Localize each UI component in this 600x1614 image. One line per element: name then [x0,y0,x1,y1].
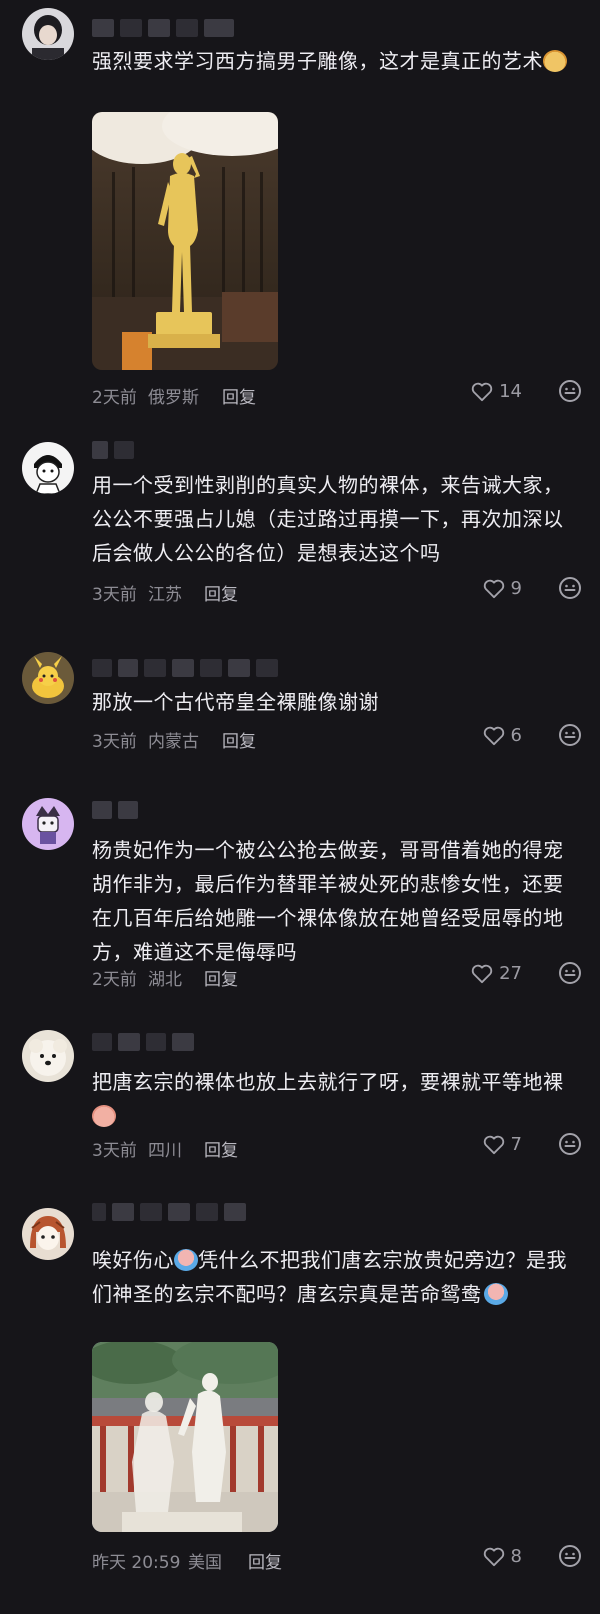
like-button[interactable]: 14 [471,381,522,402]
heart-outline-icon [483,1547,504,1566]
comment-meta: 3天前 内蒙古 回复 6 [92,724,582,752]
reply-button[interactable]: 回复 [222,727,256,752]
crying-emoji-icon [483,1283,508,1305]
comment-meta: 3天前 江苏 回复 9 [92,577,582,605]
user-avatar[interactable] [22,1030,74,1082]
reply-button[interactable]: 回复 [204,580,238,605]
username-redacted[interactable] [92,440,134,460]
user-avatar[interactable] [22,798,74,850]
username-redacted[interactable] [92,658,278,678]
smiley-face-icon[interactable] [558,723,582,752]
smiley-face-icon[interactable] [558,379,582,408]
comment-text: 用一个受到性剥削的真实人物的裸体，来告诫大家，公公不要强占儿媳（走过路过再摸一下… [92,473,564,565]
timestamp: 昨天 20:59 [92,1553,181,1573]
like-count: 7 [510,1134,522,1155]
like-count: 9 [510,578,522,599]
timestamp: 2天前 [92,970,137,990]
comment-text: 唉好伤心 凭什么不把我们唐玄宗放贵妃旁边？是我们神圣的玄宗不配吗？唐玄宗真是苦命鸳… [92,1248,567,1306]
username-redacted[interactable] [92,1202,246,1222]
region: 江苏 [148,585,182,605]
region: 湖北 [148,970,182,990]
comment-text: 杨贵妃作为一个被公公抢去做妾，哥哥借着她的得宠胡作非为，最后作为替罪羊被处死的悲… [92,838,564,964]
region: 四川 [148,1141,182,1161]
reply-button[interactable]: 回复 [248,1548,282,1573]
crying-emoji-icon [174,1249,198,1271]
heart-outline-icon [471,382,493,401]
heart-outline-icon [483,1135,504,1154]
reply-button[interactable]: 回复 [222,383,256,408]
like-count: 14 [499,381,522,402]
username-redacted[interactable] [92,1032,194,1052]
region: 俄罗斯 [148,388,199,408]
pig-emoji-icon [92,1105,116,1127]
timestamp: 2天前 [92,388,137,408]
smiley-face-icon[interactable] [558,576,582,605]
comment-image[interactable] [92,112,278,370]
smiley-face-icon[interactable] [558,1132,582,1161]
comment-meta: 昨天 20:59 美国 回复 8 [92,1545,582,1573]
heart-outline-icon [471,964,493,983]
like-count: 6 [510,725,522,746]
timestamp: 3天前 [92,1141,137,1161]
comment-meta: 2天前 俄罗斯 回复 14 [92,380,582,408]
like-button[interactable]: 7 [483,1134,522,1155]
like-count: 27 [499,963,522,984]
timestamp: 3天前 [92,732,137,752]
heart-outline-icon [483,726,504,745]
smiley-face-icon[interactable] [558,961,582,990]
username-redacted[interactable] [92,800,138,820]
region: 内蒙古 [148,732,199,752]
user-avatar[interactable] [22,8,74,60]
like-button[interactable]: 9 [483,578,522,599]
smiley-face-icon[interactable] [558,1544,582,1573]
user-avatar[interactable] [22,442,74,494]
like-count: 8 [510,1546,522,1567]
like-button[interactable]: 8 [483,1546,522,1567]
tiger-emoji-icon [543,50,567,72]
comment-text: 把唐玄宗的裸体也放上去就行了呀，要裸就平等地裸 [92,1065,582,1133]
region: 美国 [188,1553,222,1573]
reply-button[interactable]: 回复 [204,1136,238,1161]
comment-image[interactable] [92,1342,278,1532]
user-avatar[interactable] [22,652,74,704]
comment-meta: 3天前 四川 回复 7 [92,1133,582,1161]
comment-text: 那放一个古代帝皇全裸雕像谢谢 [92,690,379,714]
heart-outline-icon [483,579,504,598]
comment-text: 强烈要求学习西方搞男子雕像，这才是真正的艺术 [92,44,582,78]
like-button[interactable]: 27 [471,963,522,984]
user-avatar[interactable] [22,1208,74,1260]
comment-meta: 2天前 湖北 回复 27 [92,962,582,990]
reply-button[interactable]: 回复 [204,965,238,990]
like-button[interactable]: 6 [483,725,522,746]
timestamp: 3天前 [92,585,137,605]
username-redacted[interactable] [92,18,234,38]
